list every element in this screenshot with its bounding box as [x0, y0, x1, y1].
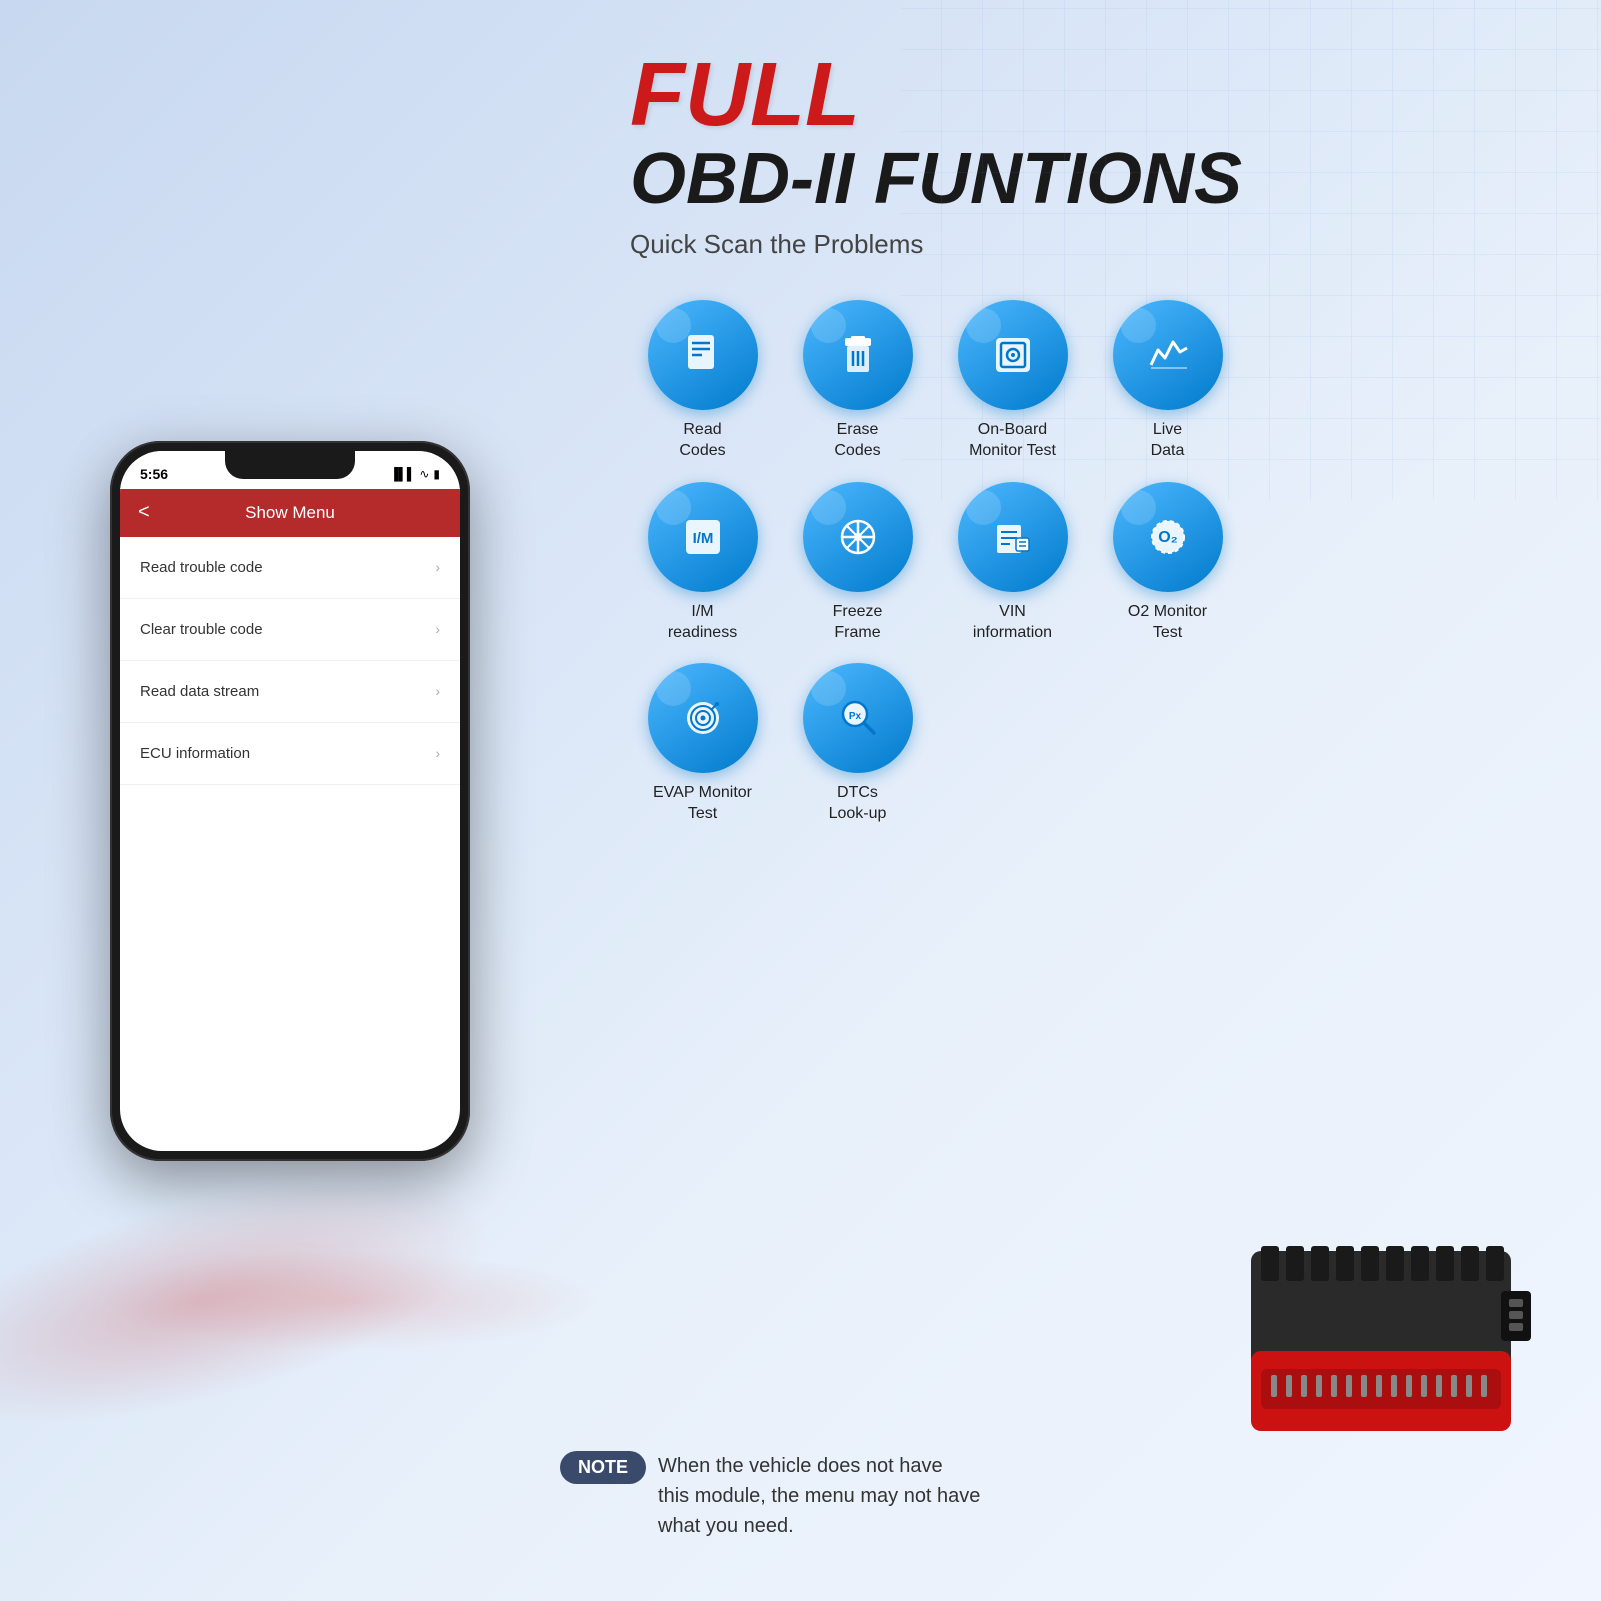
phone-screen: 5:56 ▐▌▌ ∿ ▮ < Show Menu Read trouble co…: [120, 451, 460, 1151]
menu-item-clear-trouble[interactable]: Clear trouble code ›: [120, 599, 460, 661]
note-section: NOTE When the vehicle does not havethis …: [560, 1451, 1221, 1541]
menu-arrow-icon: ›: [435, 621, 440, 637]
vin-info-icon: [958, 482, 1068, 592]
phone-menu: Read trouble code › Clear trouble code ›…: [120, 537, 460, 785]
menu-item-read-data[interactable]: Read data stream ›: [120, 661, 460, 723]
dtcs-lookup-label: DTCsLook-up: [829, 783, 887, 825]
header-title: Show Menu: [245, 503, 335, 523]
im-readiness-label: I/Mreadiness: [668, 602, 737, 644]
bg-circuit-decoration: [901, 0, 1601, 500]
freeze-frame-icon: [803, 482, 913, 592]
feature-vin-info: VINinformation: [940, 482, 1085, 644]
menu-item-label: Clear trouble code: [140, 621, 263, 638]
menu-arrow-icon: ›: [435, 683, 440, 699]
note-text: When the vehicle does not havethis modul…: [658, 1451, 980, 1541]
o2-monitor-icon: O₂: [1113, 482, 1223, 592]
main-container: 5:56 ▐▌▌ ∿ ▮ < Show Menu Read trouble co…: [0, 0, 1601, 1601]
feature-o2-monitor: O₂ O2 MonitorTest: [1095, 482, 1240, 644]
feature-read-codes: ReadCodes: [630, 300, 775, 462]
svg-text:Px: Px: [848, 711, 861, 722]
vin-info-label: VINinformation: [973, 602, 1052, 644]
dtcs-lookup-icon: Px: [803, 663, 913, 773]
menu-item-label: ECU information: [140, 745, 250, 762]
phone-header: < Show Menu: [120, 489, 460, 537]
left-section: 5:56 ▐▌▌ ∿ ▮ < Show Menu Read trouble co…: [0, 0, 550, 1601]
status-icons: ▐▌▌ ∿ ▮: [390, 467, 440, 481]
read-codes-label: ReadCodes: [679, 420, 725, 462]
battery-icon: ▮: [433, 467, 440, 481]
note-badge: NOTE: [560, 1451, 646, 1484]
erase-codes-icon: [803, 300, 913, 410]
menu-item-label: Read data stream: [140, 683, 259, 700]
erase-codes-label: EraseCodes: [834, 420, 880, 462]
feature-freeze-frame: FreezeFrame: [785, 482, 930, 644]
feature-dtcs-lookup: Px DTCsLook-up: [785, 663, 930, 825]
svg-text:O₂: O₂: [1158, 529, 1178, 546]
feature-im-readiness: I/M I/Mreadiness: [630, 482, 775, 644]
live-data-icon: [1113, 300, 1223, 410]
wifi-icon: ∿: [419, 467, 429, 481]
evap-monitor-label: EVAP MonitorTest: [653, 783, 752, 825]
menu-item-label: Read trouble code: [140, 559, 263, 576]
obd-connector: [1231, 1221, 1551, 1461]
onboard-monitor-icon: [958, 300, 1068, 410]
signal-icon: ▐▌▌: [390, 467, 416, 481]
read-codes-icon: [648, 300, 758, 410]
menu-item-read-trouble[interactable]: Read trouble code ›: [120, 537, 460, 599]
svg-text:I/M: I/M: [692, 530, 713, 547]
phone-notch: [225, 451, 355, 479]
back-button[interactable]: <: [138, 501, 150, 524]
phone-frame: 5:56 ▐▌▌ ∿ ▮ < Show Menu Read trouble co…: [110, 441, 470, 1161]
menu-arrow-icon: ›: [435, 559, 440, 575]
status-time: 5:56: [140, 466, 168, 482]
menu-item-ecu-info[interactable]: ECU information ›: [120, 723, 460, 785]
im-readiness-icon: I/M: [648, 482, 758, 592]
o2-monitor-label: O2 MonitorTest: [1128, 602, 1207, 644]
freeze-frame-label: FreezeFrame: [833, 602, 883, 644]
evap-monitor-icon: [648, 663, 758, 773]
menu-arrow-icon: ›: [435, 745, 440, 761]
feature-evap-monitor: EVAP MonitorTest: [630, 663, 775, 825]
